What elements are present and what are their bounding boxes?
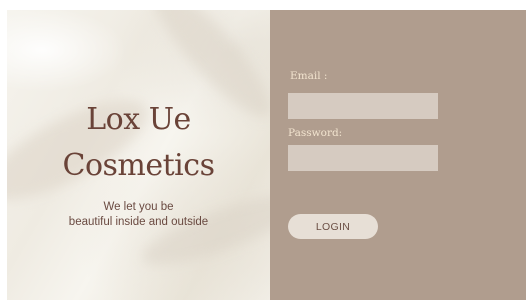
- tagline-line2: beautiful inside and outside: [68, 216, 209, 228]
- brand-name-line2: Cosmetics: [62, 148, 215, 183]
- email-field[interactable]: [288, 93, 438, 119]
- password-label: Password:: [288, 127, 343, 139]
- tagline-line1: We let you be: [103, 201, 174, 213]
- login-button[interactable]: LOGIN: [288, 214, 378, 239]
- silk-fold-decoration: [135, 182, 270, 278]
- login-page: Lox Ue Cosmetics We let you be beautiful…: [0, 0, 526, 300]
- password-field[interactable]: [288, 145, 438, 171]
- email-label: Email :: [290, 70, 328, 82]
- login-panel: Email : Password: LOGIN: [270, 10, 526, 300]
- hero-panel: Lox Ue Cosmetics We let you be beautiful…: [7, 10, 270, 300]
- tagline: We let you be beautiful inside and outsi…: [7, 200, 270, 230]
- brand-name-line1: Lox Ue: [86, 102, 191, 137]
